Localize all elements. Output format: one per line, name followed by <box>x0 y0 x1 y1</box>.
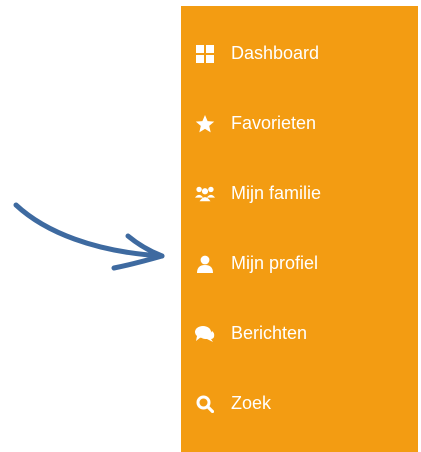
star-icon <box>195 114 215 134</box>
sidebar-menu: Dashboard Favorieten Mijn familie Mijn p… <box>181 6 418 452</box>
menu-item-label: Mijn profiel <box>231 253 319 273</box>
menu-item-mijn-profiel[interactable]: Mijn profiel <box>181 246 418 316</box>
comments-icon <box>195 324 215 344</box>
menu-item-favorieten[interactable]: Favorieten <box>181 106 418 176</box>
annotation-arrow <box>13 202 165 271</box>
menu-item-label: Zoek <box>231 393 272 413</box>
menu-item-label: Favorieten <box>231 113 317 133</box>
menu-item-label: Mijn familie <box>231 183 322 203</box>
menu-item-label: Dashboard <box>231 43 320 63</box>
screen: Dashboard Favorieten Mijn familie Mijn p… <box>0 0 421 452</box>
menu-item-berichten[interactable]: Berichten <box>181 316 418 386</box>
menu-item-zoek[interactable]: Zoek <box>181 386 418 452</box>
user-icon <box>195 254 215 274</box>
menu-item-mijn-familie[interactable]: Mijn familie <box>181 176 418 246</box>
users-icon <box>195 184 215 204</box>
menu-item-dashboard[interactable]: Dashboard <box>181 36 418 106</box>
menu-item-label: Berichten <box>231 323 308 343</box>
dashboard-icon <box>195 44 215 64</box>
search-icon <box>195 394 215 414</box>
